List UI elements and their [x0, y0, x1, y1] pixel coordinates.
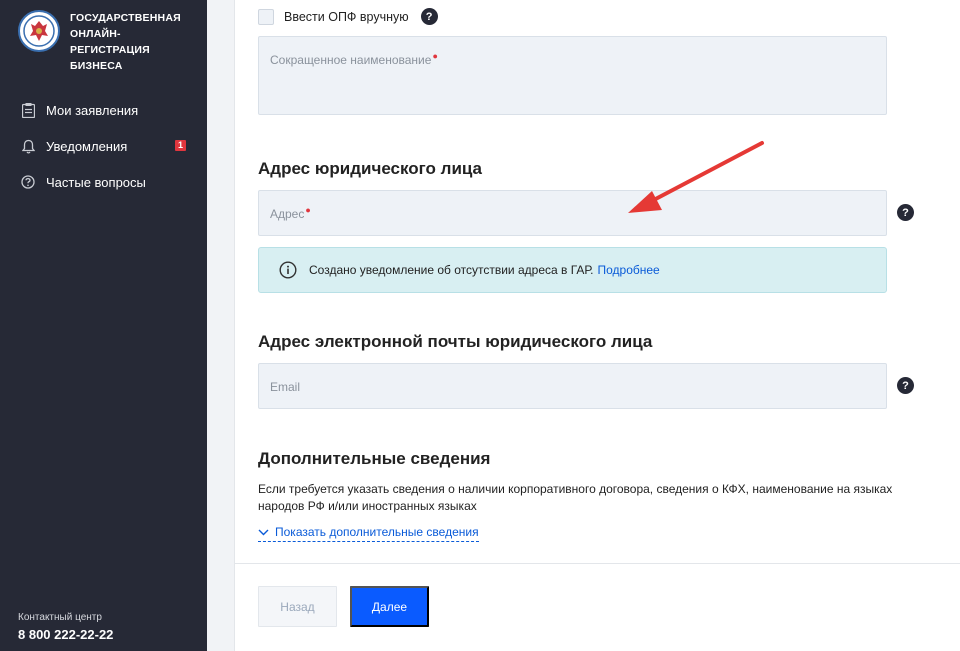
short-name-input[interactable]: Сокращенное наименование● — [258, 36, 887, 115]
sidebar-item-label: Мои заявления — [46, 102, 139, 118]
email-help-icon[interactable]: ? — [897, 377, 914, 394]
short-name-placeholder: Сокращенное наименование● — [270, 51, 438, 67]
sidebar-nav: Мои заявления Уведомления 1 Частые вопро… — [0, 92, 207, 200]
gar-info-alert: Создано уведомление об отсутствии адреса… — [258, 247, 887, 293]
extra-section-title: Дополнительные сведения — [258, 449, 491, 468]
notification-badge: 1 — [175, 140, 186, 151]
sidebar-item-label: Уведомления — [46, 138, 128, 154]
bell-icon — [20, 138, 36, 154]
logo-text: Государственная онлайн-регистрация бизне… — [70, 12, 181, 72]
required-marker: ● — [305, 205, 311, 215]
contact-center: Контактный центр 8 800 222-22-22 — [18, 612, 113, 642]
opf-manual-label[interactable]: Ввести ОПФ вручную — [284, 10, 409, 24]
address-placeholder: Адрес● — [270, 205, 311, 221]
info-icon — [279, 261, 297, 279]
email-input[interactable]: Email — [258, 363, 887, 409]
document-icon — [20, 102, 36, 118]
address-help-icon[interactable]: ? — [897, 204, 914, 221]
sidebar-item-notifications[interactable]: Уведомления 1 — [0, 128, 207, 164]
emblem-icon — [18, 10, 60, 52]
chevron-down-icon — [258, 529, 269, 535]
email-placeholder: Email — [270, 380, 301, 394]
sidebar-item-faq[interactable]: Частые вопросы — [0, 164, 207, 200]
back-button[interactable]: Назад — [258, 586, 337, 627]
opf-manual-checkbox[interactable] — [258, 8, 274, 25]
contact-phone[interactable]: 8 800 222-22-22 — [18, 627, 113, 642]
contact-label: Контактный центр — [18, 612, 102, 623]
show-extra-toggle[interactable]: Показать дополнительные сведения — [258, 525, 479, 542]
opf-manual-row: Ввести ОПФ вручную ? — [258, 8, 438, 25]
info-text: Создано уведомление об отсутствии адреса… — [309, 263, 594, 277]
help-icon[interactable]: ? — [420, 8, 438, 25]
address-section-title: Адрес юридического лица — [258, 159, 483, 178]
required-marker: ● — [432, 51, 438, 61]
extra-description: Если требуется указать сведения о наличи… — [258, 482, 893, 513]
show-extra-label: Показать дополнительные сведения — [275, 525, 479, 539]
email-section-title: Адрес электронной почты юридического лиц… — [258, 332, 653, 351]
form-card: Ввести ОПФ вручную ? Сокращенное наимено… — [234, 0, 960, 651]
address-input[interactable]: Адрес● — [258, 190, 887, 236]
divider — [235, 563, 960, 564]
next-button[interactable]: Далее — [350, 586, 429, 627]
question-circle-icon — [20, 174, 36, 190]
info-more-link[interactable]: Подробнее — [597, 263, 659, 277]
sidebar-item-label: Частые вопросы — [46, 174, 146, 190]
sidebar-item-applications[interactable]: Мои заявления — [0, 92, 207, 128]
logo[interactable]: Государственная онлайн-регистрация бизне… — [18, 10, 200, 74]
sidebar: Государственная онлайн-регистрация бизне… — [0, 0, 207, 651]
